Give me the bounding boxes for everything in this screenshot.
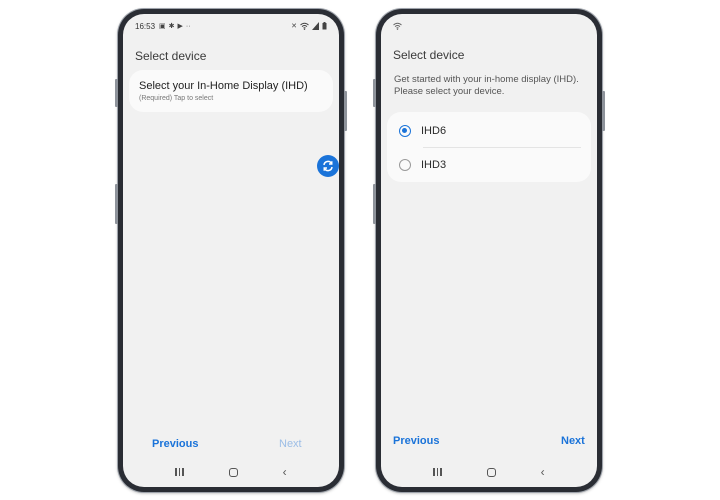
back-icon[interactable]: ‹ [541,466,545,478]
nav-bar: ‹ [381,465,597,479]
volume-button [373,79,376,107]
nav-bar: ‹ [123,465,339,479]
battery-icon [322,22,327,30]
page-title: Select device [135,49,207,63]
power-button [602,91,605,131]
settings-icon: ✱ [168,23,175,30]
next-button[interactable]: Next [561,435,585,447]
right-screen: Select device Get started with your in-h… [381,14,597,487]
mute-icon: ✕ [291,23,297,30]
page-title: Select device [393,48,465,62]
signal-icon [312,22,319,30]
gallery-icon: ▣ [159,23,166,30]
home-icon[interactable] [228,467,238,477]
more-icon: ·· [185,22,191,30]
bixby-button [115,184,118,224]
status-bar: 16:53 ▣ ✱ ▶ ·· ✕ [135,20,327,32]
instructions-text: Get started with your in-home display (I… [394,74,579,97]
right-phone: Select device Get started with your in-h… [373,9,605,492]
radio-ihd6[interactable] [399,124,411,137]
card-title: Select your In-Home Display (IHD) [139,80,308,92]
back-icon[interactable]: ‹ [283,466,287,478]
recents-icon[interactable] [175,468,184,476]
previous-button[interactable]: Previous [152,438,198,450]
power-button [344,91,347,131]
left-screen: 16:53 ▣ ✱ ▶ ·· ✕ Select device Select yo… [123,14,339,487]
option-label: IHD6 [421,124,447,137]
wifi-icon [300,22,309,30]
device-options-card: IHD6 IHD3 [387,112,591,182]
next-button[interactable]: Next [279,438,302,450]
select-ihd-card[interactable]: Select your In-Home Display (IHD) (Requi… [129,70,333,112]
status-right-icons: ✕ [291,22,327,30]
left-phone: 16:53 ▣ ✱ ▶ ·· ✕ Select device Select yo… [115,9,347,492]
previous-button[interactable]: Previous [393,435,439,447]
sync-button[interactable] [317,155,339,177]
option-label: IHD3 [421,158,447,171]
option-ihd6[interactable]: IHD6 [387,114,591,147]
option-ihd3[interactable]: IHD3 [387,148,591,181]
play-icon: ▶ [177,23,183,30]
home-icon[interactable] [486,467,496,477]
status-bar [393,20,585,32]
radio-ihd3[interactable] [399,158,411,171]
card-subtitle: (Required) Tap to select [139,95,214,102]
bixby-button [373,184,376,224]
volume-button [115,79,118,107]
sync-icon [323,160,333,172]
recents-icon[interactable] [433,468,442,476]
wifi-icon [393,22,402,30]
status-time: 16:53 [135,21,156,31]
